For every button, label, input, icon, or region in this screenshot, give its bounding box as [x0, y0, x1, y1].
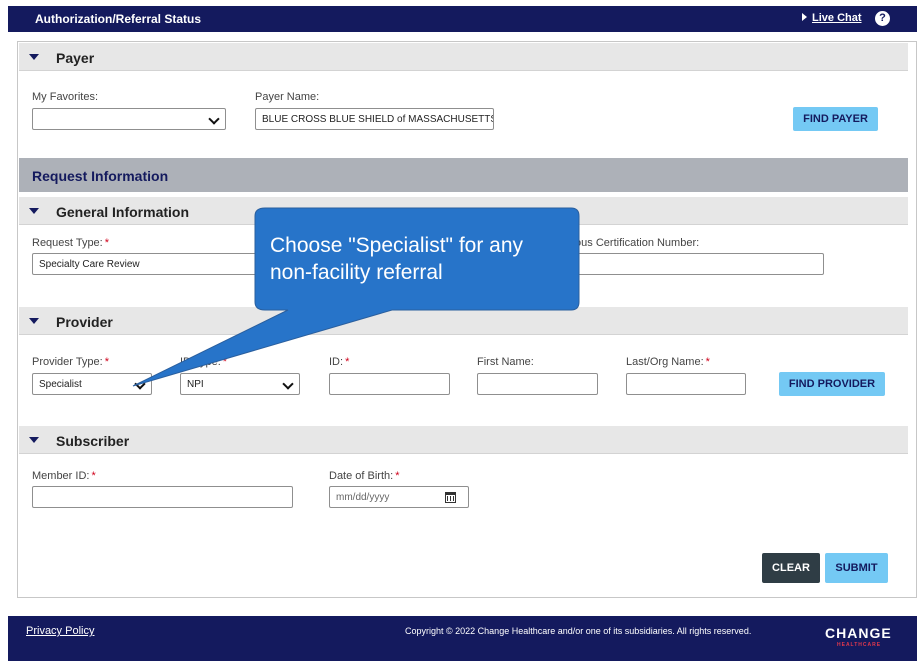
prev-cert-label: Previous Certification Number:	[550, 237, 700, 249]
general-section-header[interactable]: General Information	[19, 197, 908, 225]
provider-type-value: Specialist	[39, 379, 82, 390]
main-form: Payer My Favorites: Payer Name: BLUE CRO…	[17, 41, 917, 598]
favorites-label: My Favorites:	[32, 91, 99, 103]
provider-section-header[interactable]: Provider	[19, 307, 908, 335]
payer-name-label: Payer Name:	[255, 91, 320, 103]
page-title: Authorization/Referral Status	[35, 12, 202, 26]
request-type-select[interactable]: Specialty Care Review	[32, 253, 292, 275]
id-type-select[interactable]: NPI	[180, 373, 300, 395]
first-name-label: First Name:	[477, 356, 534, 368]
clear-button[interactable]: CLEAR	[762, 553, 820, 583]
payer-section-title: Payer	[56, 50, 95, 66]
request-information-title: Request Information	[32, 168, 169, 184]
provider-id-field[interactable]	[329, 373, 450, 395]
last-name-field[interactable]	[626, 373, 746, 395]
logo-subtext: HEALTHCARE	[837, 642, 882, 648]
live-chat-link[interactable]: Live Chat	[802, 12, 862, 24]
dob-placeholder: mm/dd/yyyy	[336, 492, 390, 503]
play-icon	[802, 13, 807, 21]
top-bar: Authorization/Referral Status Live Chat …	[8, 6, 917, 32]
chevron-down-icon	[208, 113, 220, 125]
subscriber-section-title: Subscriber	[56, 433, 130, 449]
provider-type-label: Provider Type: *	[32, 356, 110, 368]
member-id-field[interactable]	[32, 486, 293, 508]
change-healthcare-logo: CHANGE	[825, 625, 892, 641]
favorites-select[interactable]	[32, 108, 226, 130]
first-name-field[interactable]	[477, 373, 598, 395]
id-type-value: NPI	[187, 379, 204, 390]
help-icon[interactable]: ?	[875, 11, 890, 26]
general-section-title: General Information	[56, 204, 190, 220]
find-provider-button[interactable]: FIND PROVIDER	[779, 372, 885, 396]
copyright-text: Copyright © 2022 Change Healthcare and/o…	[405, 626, 752, 636]
caret-down-icon	[29, 437, 39, 443]
dob-field[interactable]: mm/dd/yyyy	[329, 486, 469, 508]
live-chat-label: Live Chat	[812, 12, 862, 24]
find-payer-button[interactable]: FIND PAYER	[793, 107, 878, 131]
request-type-label: Request Type: *	[32, 237, 110, 249]
chevron-down-icon	[134, 378, 146, 390]
footer: Privacy Policy Copyright © 2022 Change H…	[8, 616, 917, 661]
payer-section-header[interactable]: Payer	[19, 43, 908, 71]
callout-text: Choose "Specialist" for any non-facility…	[270, 234, 524, 284]
payer-name-field[interactable]: BLUE CROSS BLUE SHIELD of MASSACHUSETTS	[255, 108, 494, 130]
subscriber-section-header[interactable]: Subscriber	[19, 426, 908, 454]
caret-down-icon	[29, 54, 39, 60]
submit-button[interactable]: SUBMIT	[825, 553, 888, 583]
privacy-policy-link[interactable]: Privacy Policy	[26, 625, 94, 637]
last-name-label: Last/Org Name: *	[626, 356, 710, 368]
provider-id-label: ID: *	[329, 356, 350, 368]
caret-down-icon	[29, 208, 39, 214]
prev-cert-field[interactable]	[550, 253, 824, 275]
dob-label: Date of Birth: *	[329, 470, 400, 482]
calendar-icon[interactable]	[445, 492, 456, 503]
request-information-header: Request Information	[19, 158, 908, 192]
id-type-label: ID Type: *	[180, 356, 228, 368]
provider-type-select[interactable]: Specialist	[32, 373, 152, 395]
caret-down-icon	[29, 318, 39, 324]
chevron-down-icon	[282, 378, 294, 390]
provider-section-title: Provider	[56, 314, 113, 330]
member-id-label: Member ID: *	[32, 470, 96, 482]
